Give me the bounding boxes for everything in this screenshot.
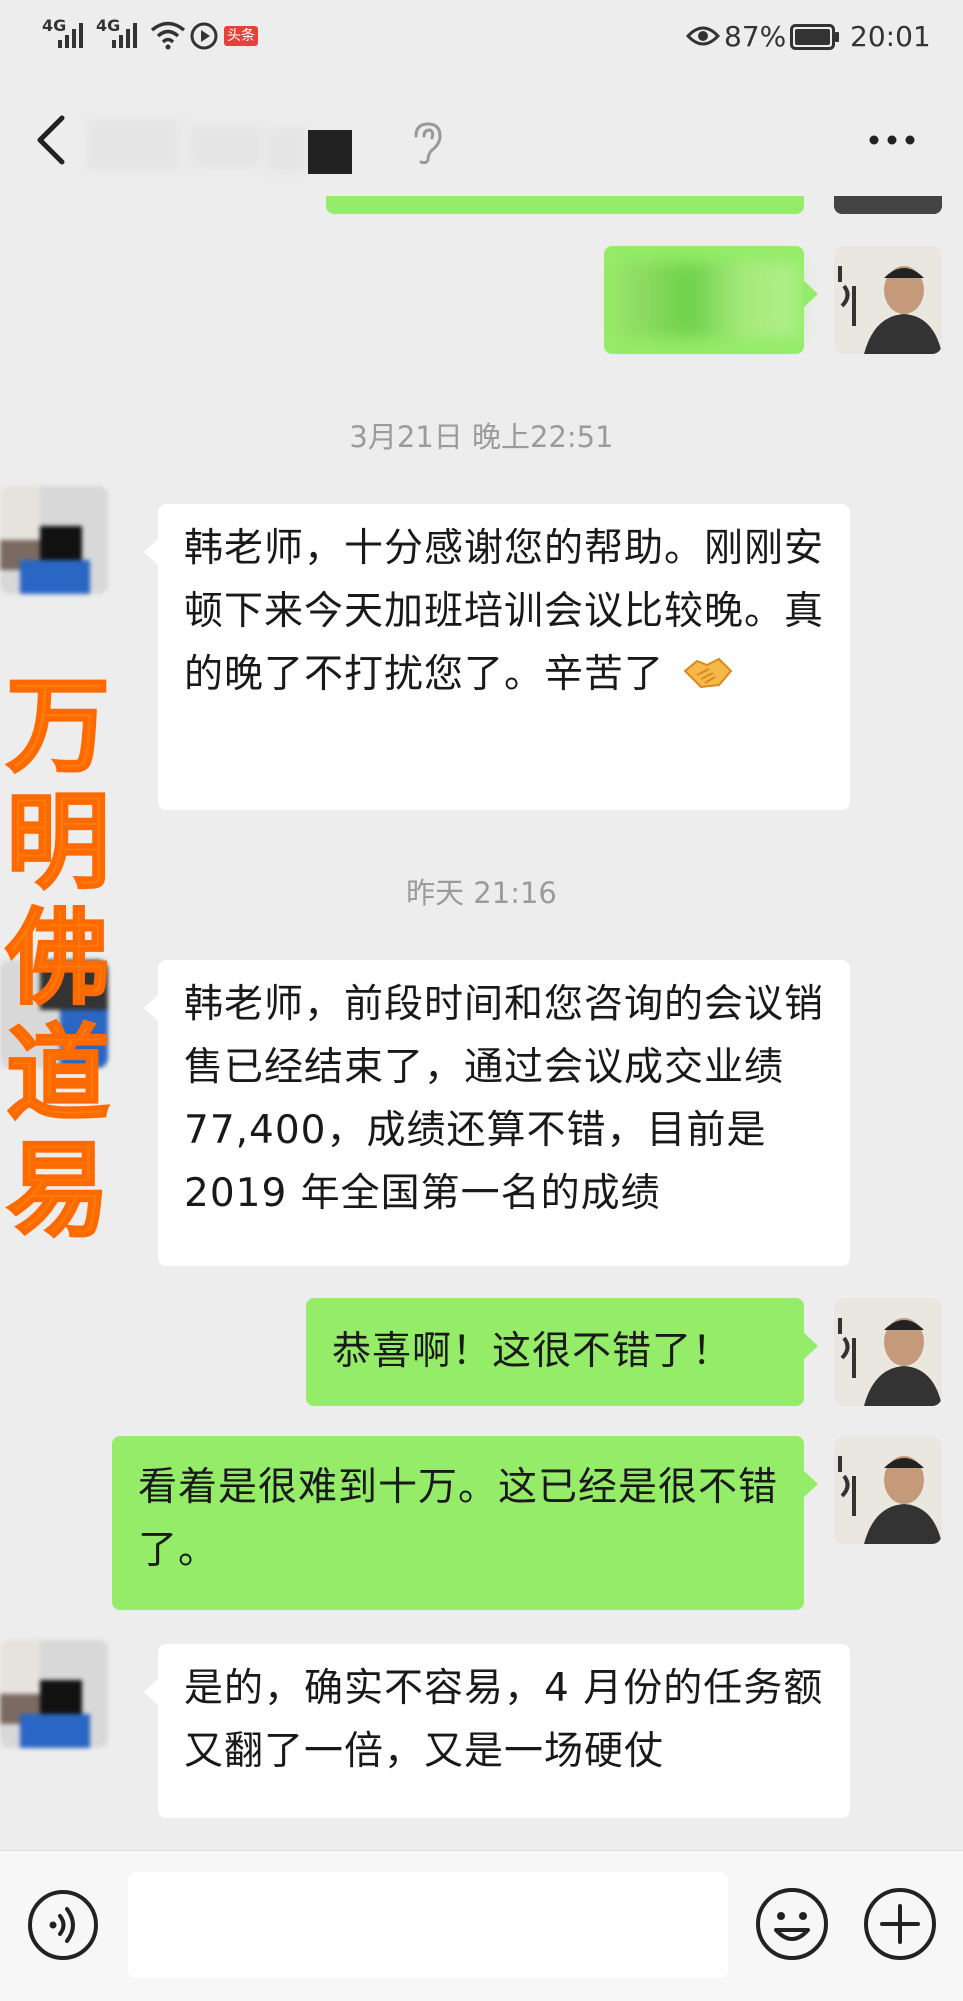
timestamp: 3月21日 晚上22:51	[349, 420, 614, 454]
message-text: 看着是很难到十万。这已经是很不错了。	[138, 1465, 779, 1573]
avatar-other[interactable]	[0, 1640, 108, 1748]
handshake-emoji-icon	[683, 657, 733, 689]
message-bubble[interactable]: 韩老师，前段时间和您咨询的会议销售已经结束了，通过会议成交业绩 77,400，成…	[144, 960, 850, 1266]
play-icon	[190, 22, 218, 50]
avatar-image	[0, 486, 108, 594]
avatar-image	[0, 1640, 108, 1748]
news-badge: 头条	[224, 26, 258, 46]
wifi-icon	[150, 21, 186, 50]
message-input[interactable]	[128, 1872, 728, 1978]
message-bubble[interactable]: 是的，确实不容易，4 月份的任务额又翻了一倍，又是一场硬仗	[144, 1644, 850, 1818]
watermark-char: 道	[5, 1012, 111, 1135]
plus-icon[interactable]	[862, 1886, 938, 1962]
signal-bars-icon	[112, 23, 137, 48]
avatar-partial	[834, 196, 942, 214]
clock: 20:01	[850, 20, 931, 53]
contact-name-redacted	[266, 128, 306, 172]
message-text: 韩老师，前段时间和您咨询的会议销售已经结束了，通过会议成交业绩 77,400，成…	[184, 982, 825, 1216]
contact-name-redacted	[88, 120, 178, 170]
voice-icon[interactable]	[26, 1888, 100, 1962]
watermark: 万 明 佛 道 易	[2, 664, 114, 1251]
timestamp: 昨天 21:16	[406, 876, 557, 910]
status-bar: 4G 4G 头条 87% 20:01	[0, 0, 963, 72]
battery-icon	[790, 24, 839, 50]
back-icon[interactable]	[28, 112, 76, 168]
message-bubble-self[interactable]: 看着是很难到十万。这已经是很不错了。	[112, 1436, 818, 1610]
watermark-char: 万	[5, 664, 111, 787]
message-text: 是的，确实不容易，4 月份的任务额又翻了一倍，又是一场硬仗	[184, 1666, 824, 1774]
avatar-self[interactable]	[834, 1436, 942, 1544]
message-text: 恭喜啊！这很不错了！	[332, 1329, 733, 1374]
emoji-icon[interactable]	[754, 1886, 830, 1962]
ear-icon	[414, 122, 442, 165]
watermark-char: 明	[5, 780, 111, 903]
avatar-image	[834, 1298, 942, 1406]
avatar-self[interactable]	[834, 246, 942, 354]
message-bubble[interactable]: 韩老师，十分感谢您的帮助。刚刚安顿下来今天加班培训会议比较晚。真的晚了不打扰您了…	[144, 504, 850, 810]
avatar-image	[834, 246, 942, 354]
watermark-char: 佛	[5, 896, 111, 1019]
eye-icon	[686, 26, 720, 46]
contact-name-redacted	[190, 126, 260, 166]
message-bubble-redacted[interactable]	[604, 246, 818, 354]
more-icon[interactable]	[852, 112, 932, 168]
avatar-self[interactable]	[834, 1298, 942, 1406]
avatar-other[interactable]	[0, 486, 108, 594]
message-bubble-partial	[326, 196, 804, 214]
battery-percent: 87%	[724, 20, 787, 53]
redaction-box	[308, 130, 352, 174]
message-bubble-self[interactable]: 恭喜啊！这很不错了！	[306, 1298, 818, 1406]
avatar-image	[834, 1436, 942, 1544]
signal-bars-icon	[58, 23, 83, 48]
watermark-char: 易	[5, 1128, 111, 1251]
